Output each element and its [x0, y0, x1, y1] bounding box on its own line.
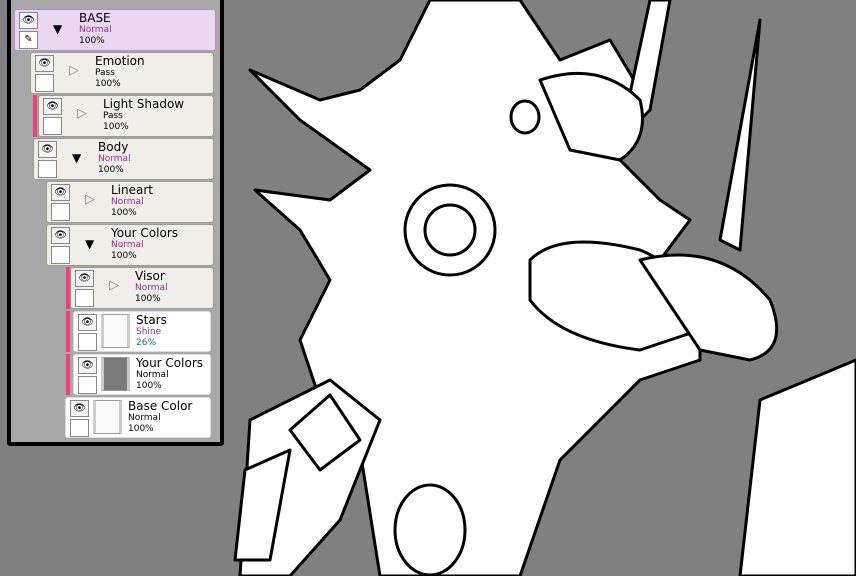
- triangle-down-icon[interactable]: ▼: [85, 237, 94, 251]
- triangle-right-icon[interactable]: ▷: [77, 106, 87, 121]
- lock-checkbox[interactable]: [51, 246, 70, 264]
- blend-mode: Normal: [79, 25, 112, 35]
- blend-mode: Pass: [103, 111, 123, 121]
- layer-emotion[interactable]: 👁 ▷ Emotion Pass 100%: [30, 52, 214, 94]
- blend-mode: Normal: [135, 283, 168, 293]
- eye-icon[interactable]: 👁: [38, 141, 57, 158]
- layer-opacity: 100%: [98, 165, 124, 175]
- pencil-icon[interactable]: ✎: [19, 31, 38, 49]
- layer-opacity: 100%: [95, 79, 121, 89]
- layer-opacity: 100%: [135, 294, 161, 304]
- layer-opacity: 100%: [136, 381, 162, 391]
- lock-checkbox[interactable]: [51, 203, 70, 221]
- lock-checkbox[interactable]: [35, 74, 54, 92]
- blend-mode: Normal: [111, 240, 144, 250]
- layer-name: BASE: [79, 11, 111, 25]
- layer-your-colors[interactable]: 👁 ▼ Your Colors Normal 100%: [46, 224, 214, 266]
- layer-light-shadow[interactable]: 👁 ▷ Light Shadow Pass 100%: [38, 95, 214, 137]
- eye-icon[interactable]: 👁: [43, 98, 62, 115]
- blend-mode: Normal: [136, 370, 169, 380]
- layer-body[interactable]: 👁 ▼ Body Normal 100%: [33, 138, 214, 180]
- eye-icon[interactable]: 👁: [78, 357, 97, 374]
- layer-opacity: 26%: [136, 338, 157, 348]
- lock-checkbox[interactable]: [38, 160, 57, 178]
- eye-icon[interactable]: 👁: [51, 184, 70, 201]
- eye-icon[interactable]: 👁: [75, 270, 94, 287]
- layer-thumbnail: [101, 314, 130, 348]
- lock-checkbox[interactable]: [78, 376, 97, 394]
- triangle-down-icon[interactable]: ▼: [72, 151, 81, 165]
- layer-lineart[interactable]: 👁 ▷ Lineart Normal 100%: [46, 181, 214, 223]
- layer-opacity: 100%: [111, 208, 137, 218]
- layer-name: Base Color: [128, 399, 193, 413]
- layer-name: Visor: [135, 269, 165, 283]
- layer-stars[interactable]: 👁 Stars Shine 26%: [73, 311, 211, 352]
- blend-mode: Pass: [95, 68, 115, 78]
- lock-checkbox[interactable]: [78, 333, 97, 351]
- blend-mode: Normal: [128, 413, 161, 423]
- layer-name: Your Colors: [111, 226, 179, 240]
- clipping-marker: [66, 354, 70, 395]
- eye-icon[interactable]: 👁: [51, 227, 70, 244]
- clipping-marker: [66, 311, 70, 352]
- layer-your-colors[interactable]: 👁 Your Colors Normal 100%: [73, 354, 211, 395]
- blend-mode: Shine: [136, 327, 162, 337]
- layer-opacity: 100%: [111, 251, 137, 261]
- layer-base-color[interactable]: 👁 Base Color Normal 100%: [65, 397, 211, 438]
- layer-opacity: 100%: [128, 424, 154, 434]
- blend-mode: Normal: [98, 154, 131, 164]
- triangle-right-icon[interactable]: ▷: [109, 278, 119, 293]
- lock-checkbox[interactable]: [70, 419, 89, 437]
- triangle-down-icon[interactable]: ▼: [53, 22, 62, 36]
- layer-opacity: 100%: [103, 122, 129, 132]
- clipping-marker: [66, 267, 70, 309]
- layer-thumbnail: [93, 400, 122, 434]
- eye-icon[interactable]: 👁: [78, 314, 97, 331]
- layer-name: Your Colors: [136, 356, 204, 370]
- eye-icon[interactable]: 👁: [70, 400, 89, 417]
- triangle-right-icon[interactable]: ▷: [85, 192, 95, 207]
- layer-name: Lineart: [111, 183, 153, 197]
- layer-name: Stars: [136, 313, 167, 327]
- layer-name: Body: [98, 140, 129, 154]
- layer-base[interactable]: 👁 ✎ ▼ BASE Normal 100%: [14, 9, 216, 51]
- layer-thumbnail: [101, 357, 130, 391]
- lock-checkbox[interactable]: [75, 289, 94, 307]
- layer-opacity: 100%: [79, 36, 105, 46]
- eye-icon[interactable]: 👁: [35, 55, 54, 72]
- triangle-right-icon[interactable]: ▷: [69, 63, 79, 78]
- lock-checkbox[interactable]: [43, 117, 62, 135]
- blend-mode: Normal: [111, 197, 144, 207]
- eye-icon[interactable]: 👁: [19, 12, 38, 29]
- layer-name: Emotion: [95, 54, 145, 68]
- layer-visor[interactable]: 👁 ▷ Visor Normal 100%: [70, 267, 214, 309]
- clipping-marker: [33, 95, 37, 137]
- layer-name: Light Shadow: [103, 97, 185, 111]
